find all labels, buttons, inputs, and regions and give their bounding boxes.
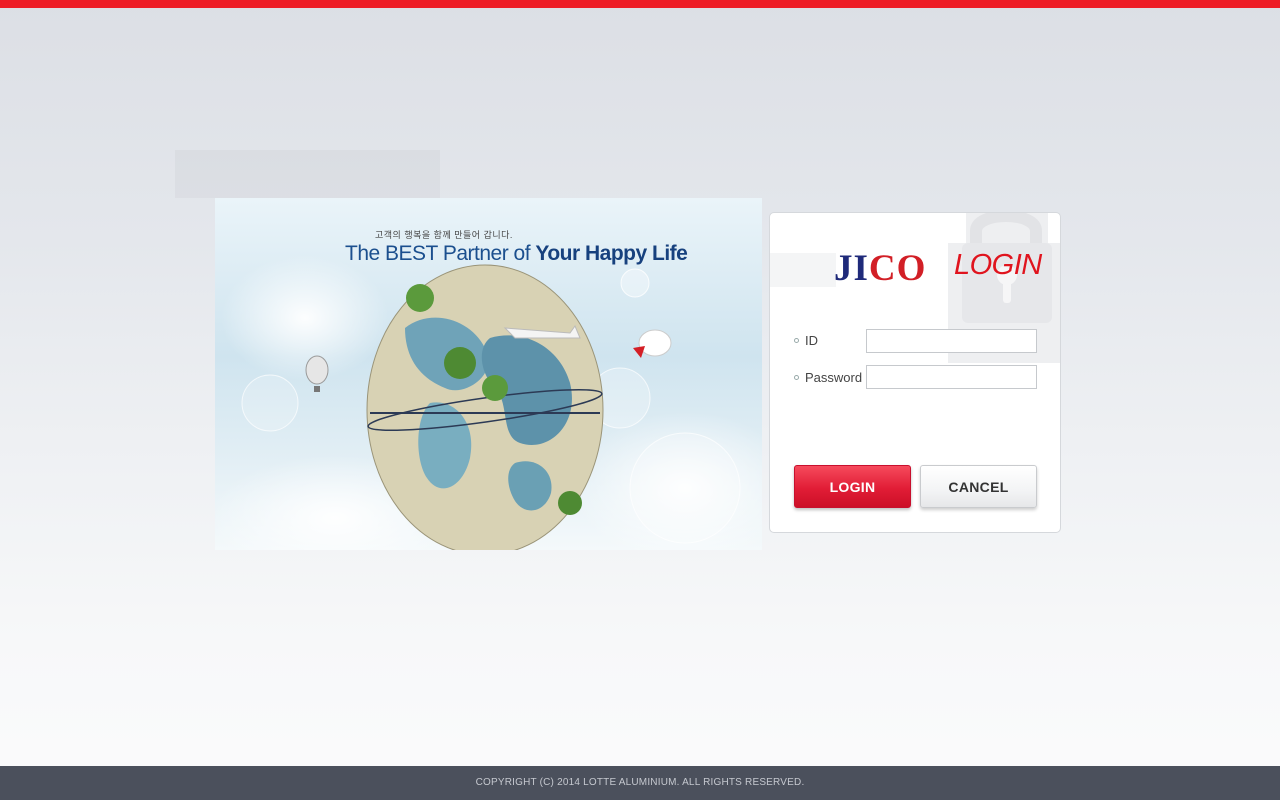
- login-button[interactable]: LOGIN: [794, 465, 911, 508]
- id-label-text: ID: [805, 333, 818, 348]
- background-strip: [175, 150, 440, 198]
- cancel-button[interactable]: CANCEL: [920, 465, 1037, 508]
- login-heading: LOGIN: [954, 249, 1042, 281]
- login-panel: JICO LOGIN ID Password LOGIN CANCEL: [769, 212, 1061, 533]
- logo-part1: JI: [834, 248, 869, 289]
- password-input[interactable]: [866, 365, 1037, 389]
- hero-banner: 고객의 행복을 함께 만들어 갑니다. The BEST Partner of …: [215, 198, 762, 550]
- copyright-text: COPYRIGHT (C) 2014 LOTTE ALUMINIUM. ALL …: [475, 777, 805, 788]
- jico-logo: JICO: [834, 247, 926, 290]
- top-accent-bar: [0, 0, 1280, 8]
- hero-title-part1: The BEST Partner of: [345, 242, 536, 265]
- id-input[interactable]: [866, 329, 1037, 353]
- hero-title: The BEST Partner of Your Happy Life: [345, 242, 688, 266]
- logo-background: [770, 253, 836, 287]
- password-label: Password: [794, 370, 862, 385]
- password-label-text: Password: [805, 370, 863, 385]
- footer: COPYRIGHT (C) 2014 LOTTE ALUMINIUM. ALL …: [0, 766, 1280, 800]
- hero-subtitle: 고객의 행복을 함께 만들어 갑니다.: [375, 230, 513, 240]
- logo-part2: CO: [868, 248, 927, 289]
- bullet-icon: [794, 338, 799, 343]
- bullet-icon: [794, 375, 799, 380]
- id-label: ID: [794, 333, 818, 348]
- hero-title-part2: Your Happy Life: [535, 242, 688, 265]
